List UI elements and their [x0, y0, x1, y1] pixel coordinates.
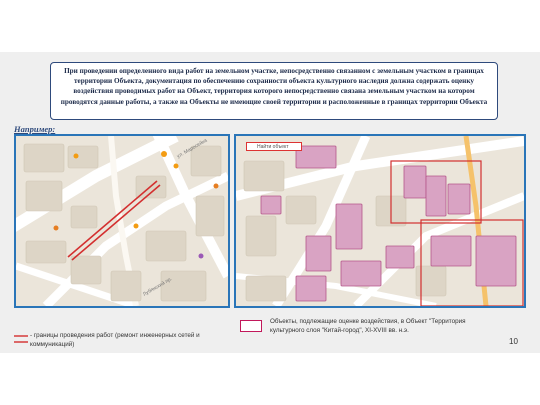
page-number: 10: [509, 337, 518, 346]
callout-text: При проведении определенного вида работ …: [60, 67, 488, 106]
map-search-input[interactable]: Найти объект: [246, 142, 302, 151]
top-band: [0, 0, 540, 52]
legend-objects-text: Объекты, подлежащие оценке воздействия, …: [270, 318, 466, 334]
works-line-swatch: [14, 335, 28, 343]
right-map[interactable]: Найти объект: [234, 134, 526, 308]
callout-text-box: При проведении определенного вида работ …: [50, 62, 498, 120]
left-map-canvas: ул. Маросейка Лубянский пр.: [16, 136, 228, 306]
left-map[interactable]: ул. Маросейка Лубянский пр.: [14, 134, 230, 308]
objects-swatch: [240, 320, 262, 332]
legend-works-text: - границы проведения работ (ремонт инжен…: [30, 332, 200, 348]
bottom-band: [0, 353, 540, 405]
example-label: Например:: [14, 124, 56, 134]
right-map-canvas: [236, 136, 524, 306]
